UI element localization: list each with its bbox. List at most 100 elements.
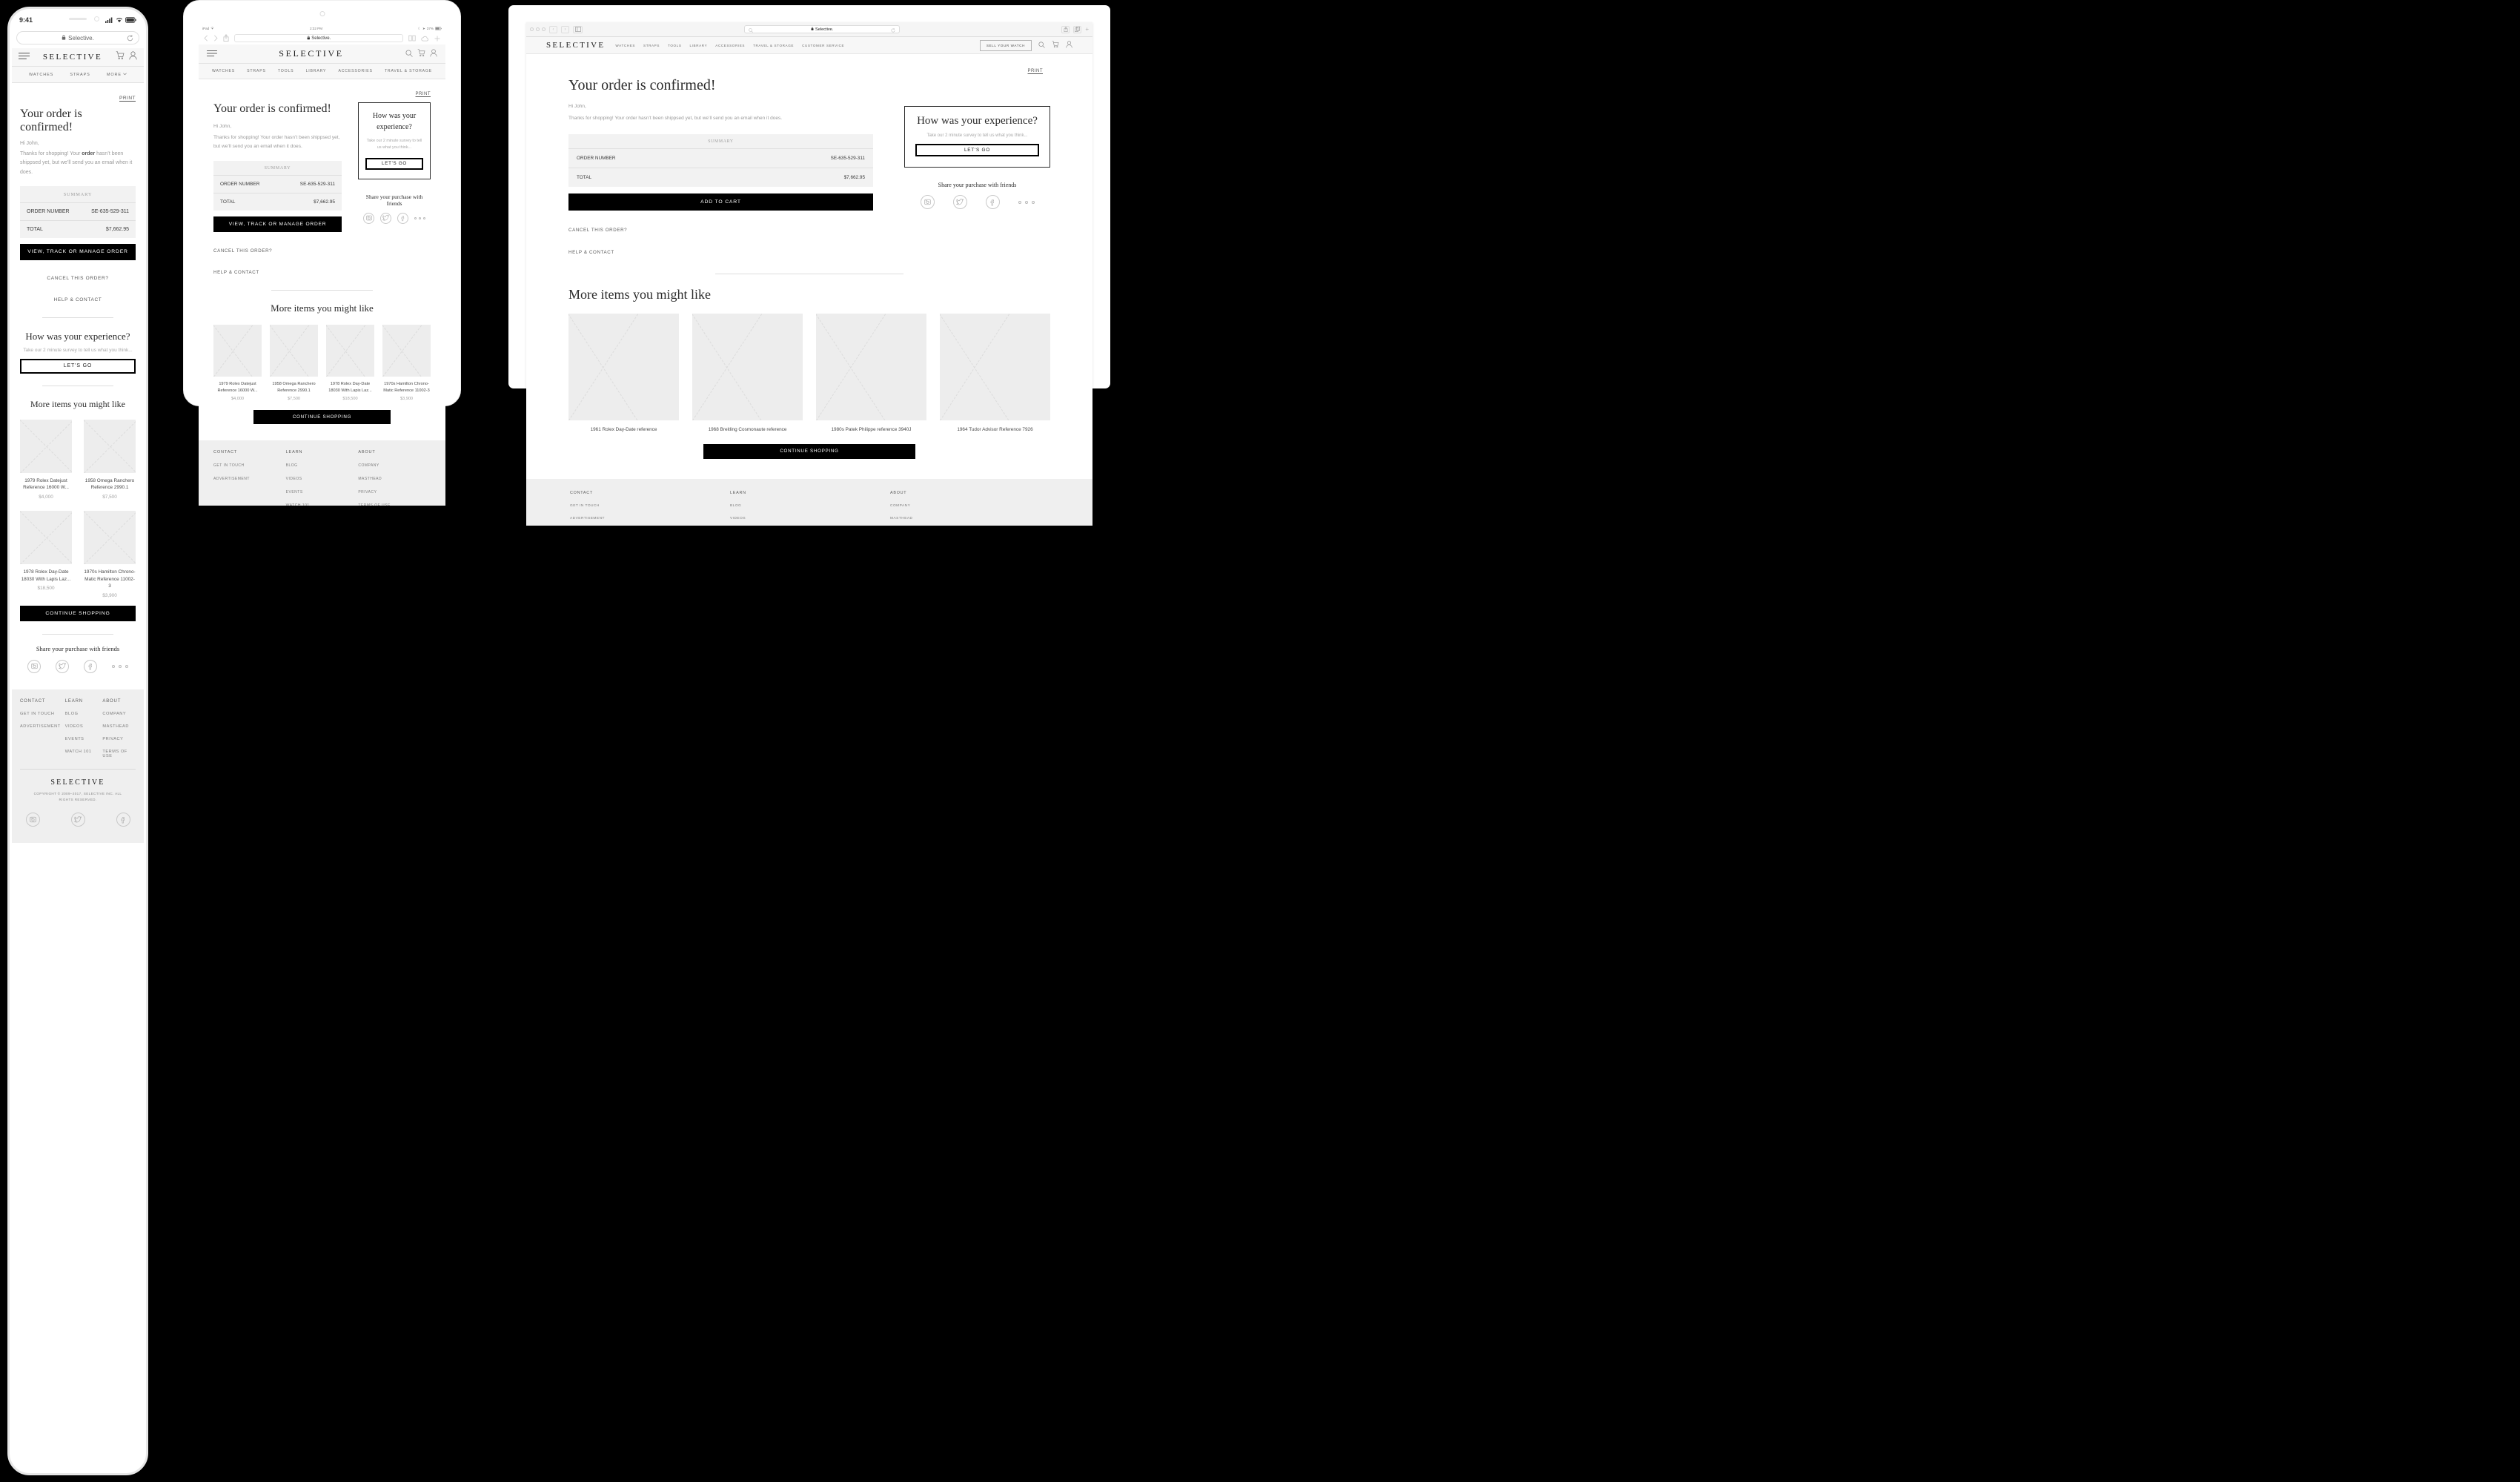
order-link[interactable]: order xyxy=(82,151,95,156)
help-contact-link[interactable]: HELP & CONTACT xyxy=(213,270,259,275)
view-track-manage-order-button[interactable]: VIEW, TRACK OR MANAGE ORDER xyxy=(213,216,342,233)
back-arrow-icon[interactable] xyxy=(204,32,208,45)
account-icon[interactable] xyxy=(1066,39,1072,52)
survey-lets-go-button[interactable]: LET'S GO xyxy=(365,157,423,170)
nav-item-accessories[interactable]: ACCESSORIES xyxy=(339,69,373,73)
footer-link[interactable]: GET IN TOUCH xyxy=(570,504,730,508)
search-icon[interactable] xyxy=(405,47,413,61)
print-link[interactable]: PRINT xyxy=(1028,69,1044,73)
product-card[interactable]: 1970s Hamilton Chrono-Matic Reference 11… xyxy=(84,510,136,598)
search-icon[interactable] xyxy=(1038,39,1045,52)
instagram-icon[interactable] xyxy=(920,195,935,209)
cancel-order-link[interactable]: CANCEL THIS ORDER? xyxy=(47,276,108,281)
nav-item-accessories[interactable]: ACCESSORIES xyxy=(715,44,745,47)
nav-item-tools[interactable]: TOOLS xyxy=(668,44,682,47)
tabs-icon[interactable] xyxy=(1073,25,1082,33)
product-card[interactable]: 1964 Tudor Advisor Reference 7926 xyxy=(940,313,1050,432)
footer-link[interactable]: MASTHEAD xyxy=(890,517,1050,520)
more-dots-icon[interactable] xyxy=(1018,200,1035,204)
reload-icon[interactable] xyxy=(127,35,133,43)
help-contact-link[interactable]: HELP & CONTACT xyxy=(54,297,102,302)
new-tab-icon[interactable] xyxy=(434,32,440,45)
site-brand[interactable]: SELECTIVE xyxy=(546,41,605,50)
nav-item-straps[interactable]: STRAPS xyxy=(643,44,660,47)
back-arrow-icon[interactable]: ‹ xyxy=(549,25,557,33)
product-card[interactable]: 1978 Rolex Day-Date 18030 With Lapis Laz… xyxy=(326,325,374,401)
instagram-icon[interactable] xyxy=(363,212,374,224)
footer-link[interactable]: EVENTS xyxy=(286,490,359,494)
survey-lets-go-button[interactable]: LET'S GO xyxy=(915,144,1039,156)
footer-link[interactable]: BLOG xyxy=(65,712,99,716)
cart-icon[interactable] xyxy=(1052,39,1059,52)
facebook-icon[interactable] xyxy=(116,813,130,827)
order-link[interactable]: order xyxy=(626,116,637,121)
footer-link[interactable]: VIDEOS xyxy=(286,477,359,481)
product-card[interactable]: 1979 Rolex Datejust Reference 16000 W...… xyxy=(20,419,72,500)
footer-link[interactable]: TERMS OF USE xyxy=(102,750,136,758)
new-tab-icon[interactable]: + xyxy=(1085,26,1089,33)
add-to-cart-button[interactable]: ADD TO CART xyxy=(568,193,873,211)
continue-shopping-button[interactable]: CONTINUE SHOPPING xyxy=(253,410,391,425)
nav-item-tools[interactable]: TOOLS xyxy=(278,69,294,73)
footer-link[interactable]: ADVERTISEMENT xyxy=(570,517,730,520)
product-card[interactable]: 1978 Rolex Day-Date 18030 With Lapis Laz… xyxy=(20,510,72,598)
cancel-order-link[interactable]: CANCEL THIS ORDER? xyxy=(568,228,627,233)
nav-item-straps[interactable]: STRAPS xyxy=(247,69,266,73)
print-link[interactable]: PRINT xyxy=(416,92,431,96)
sell-your-watch-button[interactable]: SELL YOUR WATCH xyxy=(979,39,1032,51)
product-card[interactable]: 1980s Patek Philippe reference 3940J xyxy=(816,313,926,432)
footer-link[interactable]: BLOG xyxy=(730,504,890,508)
more-dots-icon[interactable] xyxy=(112,664,128,668)
twitter-icon[interactable] xyxy=(380,212,391,224)
cart-icon[interactable] xyxy=(116,50,125,64)
nav-item-customer-service[interactable]: CUSTOMER SERVICE xyxy=(802,44,844,47)
footer-link[interactable]: MASTHEAD xyxy=(358,477,431,481)
footer-link[interactable]: MASTHEAD xyxy=(102,724,136,729)
nav-item-watches[interactable]: WATCHES xyxy=(212,69,235,73)
nav-item-watches[interactable]: WATCHES xyxy=(615,44,635,47)
desktop-address-bar[interactable]: Selective. xyxy=(744,25,901,34)
instagram-icon[interactable] xyxy=(25,813,40,827)
footer-link[interactable]: EVENTS xyxy=(65,737,99,741)
instagram-icon[interactable] xyxy=(27,659,41,673)
phone-address-bar[interactable]: Selective. xyxy=(16,31,139,44)
hamburger-menu-icon[interactable] xyxy=(207,47,217,61)
product-card[interactable]: 1961 Rolex Day-Date reference xyxy=(568,313,679,432)
share-icon[interactable] xyxy=(223,32,229,45)
footer-link[interactable]: COMPANY xyxy=(358,463,431,468)
share-icon[interactable] xyxy=(1061,25,1070,33)
view-track-manage-order-button[interactable]: VIEW, TRACK OR MANAGE ORDER xyxy=(20,243,136,260)
footer-link[interactable]: TERMS OF USE xyxy=(358,503,431,506)
account-icon[interactable] xyxy=(430,47,437,61)
icloud-tabs-icon[interactable] xyxy=(421,32,429,45)
product-card[interactable]: 1970s Hamilton Chrono-Matic Reference 11… xyxy=(382,325,431,401)
order-link[interactable]: order xyxy=(271,135,282,140)
product-card[interactable]: 1958 Omega Ranchero Reference 2990.1 $7,… xyxy=(270,325,318,401)
footer-link[interactable]: WATCH 101 xyxy=(286,503,359,506)
footer-link[interactable]: COMPANY xyxy=(890,504,1050,508)
footer-link[interactable]: VIDEOS xyxy=(65,724,99,729)
more-dots-icon[interactable] xyxy=(414,216,425,219)
footer-link[interactable]: PRIVACY xyxy=(102,737,136,741)
footer-link[interactable]: GET IN TOUCH xyxy=(213,463,286,468)
nav-item-travel-storage[interactable]: TRAVEL & STORAGE xyxy=(385,69,432,73)
nav-item-straps[interactable]: STRAPS xyxy=(70,73,90,77)
survey-lets-go-button[interactable]: LET'S GO xyxy=(20,358,136,374)
forward-arrow-icon[interactable] xyxy=(213,32,218,45)
footer-link[interactable]: WATCH 101 xyxy=(65,750,99,754)
sidebar-toggle-icon[interactable] xyxy=(573,25,583,33)
tablet-address-bar[interactable]: Selective. xyxy=(234,34,403,42)
footer-link[interactable]: PRIVACY xyxy=(358,490,431,494)
nav-item-travel-storage[interactable]: TRAVEL & STORAGE xyxy=(753,44,794,47)
cancel-order-link[interactable]: CANCEL THIS ORDER? xyxy=(213,248,272,254)
nav-item-watches[interactable]: WATCHES xyxy=(29,73,53,77)
footer-link[interactable]: VIDEOS xyxy=(730,517,890,520)
facebook-icon[interactable] xyxy=(985,195,1000,209)
print-link[interactable]: PRINT xyxy=(119,96,136,101)
bookmarks-icon[interactable] xyxy=(408,32,416,45)
help-contact-link[interactable]: HELP & CONTACT xyxy=(568,250,614,255)
footer-link[interactable]: GET IN TOUCH xyxy=(20,712,61,716)
nav-item-library[interactable]: LIBRARY xyxy=(690,44,708,47)
reload-icon[interactable] xyxy=(891,28,895,34)
twitter-icon[interactable] xyxy=(56,659,69,673)
